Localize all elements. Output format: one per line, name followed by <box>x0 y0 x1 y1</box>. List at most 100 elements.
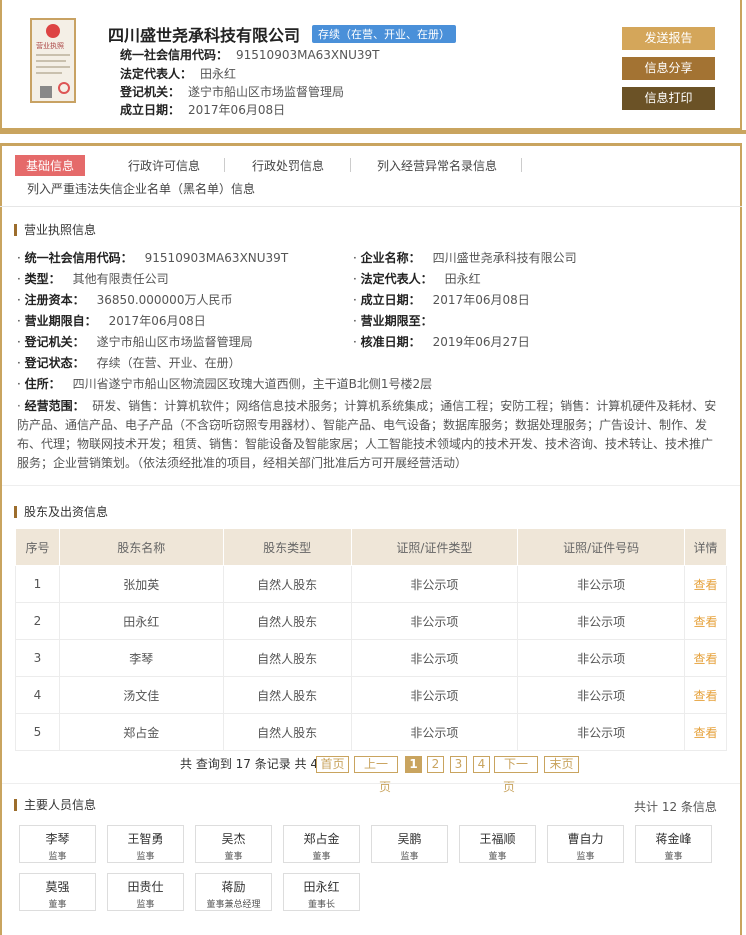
tab-abnormal-list[interactable]: 列入经营异常名录信息 <box>377 157 497 174</box>
cell-name: 李琴 <box>59 639 224 677</box>
person-card[interactable]: 王智勇 监事 <box>107 825 184 863</box>
table-row: 5 郑占金 自然人股东 非公示项 非公示项 查看 <box>15 713 727 751</box>
cell-type: 自然人股东 <box>223 713 352 751</box>
person-card[interactable]: 莫强 董事 <box>19 873 96 911</box>
field-company-name: · 企业名称： 四川盛世尧承科技有限公司 <box>353 251 577 265</box>
section-divider <box>2 783 740 784</box>
business-license-thumbnail[interactable]: 营业执照 <box>30 18 76 103</box>
cell-id-type: 非公示项 <box>351 676 519 714</box>
pager-summary: 共 查询到 17 条记录 共 4 页 <box>180 757 334 771</box>
tab-separator <box>350 158 351 172</box>
view-detail-link[interactable]: 查看 <box>684 639 727 677</box>
tab-basic-info[interactable]: 基础信息 <box>15 155 86 176</box>
view-detail-link[interactable]: 查看 <box>684 565 727 603</box>
pager-page-1[interactable]: 1 <box>405 756 422 773</box>
cell-id-no: 非公示项 <box>517 676 685 714</box>
person-card[interactable]: 郑占金 董事 <box>283 825 360 863</box>
header-divider <box>0 130 746 134</box>
view-detail-link[interactable]: 查看 <box>684 602 727 640</box>
header-legal-rep: 法定代表人： 田永红 <box>120 67 237 81</box>
cell-type: 自然人股东 <box>223 639 352 677</box>
person-card[interactable]: 蒋励 董事兼总经理 <box>195 873 272 911</box>
field-reg-status: · 登记状态： 存续（在营、开业、在册） <box>17 356 241 370</box>
field-business-scope: · 经营范围： 研发、销售：计算机软件；网络信息技术服务；计算机系统集成；通信工… <box>17 399 717 470</box>
field-type: · 类型： 其他有限责任公司 <box>17 272 169 286</box>
pager-prev-button[interactable]: 上一 <box>354 756 398 773</box>
cell-type: 自然人股东 <box>223 676 352 714</box>
person-card[interactable]: 吴杰 董事 <box>195 825 272 863</box>
license-line <box>36 72 62 74</box>
cell-id-no: 非公示项 <box>517 602 685 640</box>
col-header-id-type: 证照/证件类型 <box>350 528 519 566</box>
cell-no: 1 <box>15 565 60 603</box>
cell-id-no: 非公示项 <box>517 639 685 677</box>
field-capital: · 注册资本： 36850.000000万人民币 <box>17 293 233 307</box>
license-section-title: 营业执照信息 <box>14 224 96 236</box>
col-header-name: 股东名称 <box>58 528 224 566</box>
shareholders-section-title: 股东及出资信息 <box>14 506 108 518</box>
tab-admin-license[interactable]: 行政许可信息 <box>128 157 200 174</box>
qr-code-icon <box>40 86 52 98</box>
status-badge: 存续（在营、开业、在册） <box>312 25 456 43</box>
table-row: 4 汤文佳 自然人股东 非公示项 非公示项 查看 <box>15 676 727 714</box>
cell-type: 自然人股东 <box>223 565 352 603</box>
pager-last-button[interactable]: 末页 <box>544 756 579 773</box>
person-card[interactable]: 曹自力 监事 <box>547 825 624 863</box>
header-credit-code: 统一社会信用代码： 91510903MA63XNU39T <box>120 48 380 62</box>
tab-admin-penalty[interactable]: 行政处罚信息 <box>252 157 324 174</box>
pager-first-button[interactable]: 首页 <box>316 756 349 773</box>
person-card[interactable]: 田永红 董事长 <box>283 873 360 911</box>
tab-blacklist[interactable]: 列入严重违法失信企业名单（黑名单）信息 <box>27 180 255 197</box>
cell-name: 田永红 <box>59 602 224 640</box>
field-authority: · 登记机关： 遂宁市船山区市场监督管理局 <box>17 335 253 349</box>
license-label: 营业执照 <box>36 42 64 50</box>
person-card[interactable]: 田贵仕 监事 <box>107 873 184 911</box>
col-header-no: 序号 <box>15 528 60 566</box>
field-approve-date: · 核准日期： 2019年06月27日 <box>353 335 530 349</box>
table-row: 1 张加英 自然人股东 非公示项 非公示项 查看 <box>15 565 727 603</box>
cell-id-type: 非公示项 <box>351 639 519 677</box>
field-term-to: · 营业期限至： <box>353 314 433 328</box>
shareholders-table: 序号 股东名称 股东类型 证照/证件类型 证照/证件号码 详情 1 张加英 自然… <box>15 528 727 751</box>
cell-no: 3 <box>15 639 60 677</box>
pager-page-4[interactable]: 4 <box>473 756 490 773</box>
cell-name: 郑占金 <box>59 713 224 751</box>
company-name: 四川盛世尧承科技有限公司 <box>108 26 301 45</box>
section-divider <box>2 485 740 486</box>
field-address: · 住所： 四川省遂宁市船山区物流园区玫瑰大道西侧，主干道B北侧1号楼2层 <box>17 377 433 391</box>
pager-page-2[interactable]: 2 <box>427 756 444 773</box>
header-founded: 成立日期： 2017年06月08日 <box>120 103 286 117</box>
cell-id-type: 非公示项 <box>351 713 519 751</box>
cell-no: 4 <box>15 676 60 714</box>
cell-id-type: 非公示项 <box>351 565 519 603</box>
pager-next-suffix: 页 <box>503 780 516 794</box>
pager-page-3[interactable]: 3 <box>450 756 467 773</box>
license-line <box>36 60 66 62</box>
person-card[interactable]: 王福顺 董事 <box>459 825 536 863</box>
cell-no: 2 <box>15 602 60 640</box>
view-detail-link[interactable]: 查看 <box>684 676 727 714</box>
field-founded: · 成立日期： 2017年06月08日 <box>353 293 530 307</box>
field-credit-code: · 统一社会信用代码： 91510903MA63XNU39T <box>17 251 289 265</box>
personnel-section-title: 主要人员信息 <box>14 799 96 811</box>
person-card[interactable]: 李琴 监事 <box>19 825 96 863</box>
table-row: 3 李琴 自然人股东 非公示项 非公示项 查看 <box>15 639 727 677</box>
col-header-type: 股东类型 <box>222 528 352 566</box>
view-detail-link[interactable]: 查看 <box>684 713 727 751</box>
national-emblem-icon <box>46 24 60 38</box>
share-button[interactable]: 信息分享 <box>622 57 715 80</box>
cell-id-type: 非公示项 <box>351 602 519 640</box>
print-button[interactable]: 信息打印 <box>622 87 715 110</box>
send-report-button[interactable]: 发送报告 <box>622 27 715 50</box>
col-header-detail: 详情 <box>684 528 727 566</box>
field-legal-rep: · 法定代表人： 田永红 <box>353 272 481 286</box>
pager-next-button[interactable]: 下一 <box>494 756 538 773</box>
field-term-from: · 营业期限自： 2017年06月08日 <box>17 314 206 328</box>
tabs-bar <box>0 146 742 206</box>
cell-name: 张加英 <box>59 565 224 603</box>
license-line <box>36 66 70 68</box>
person-card[interactable]: 吴鹏 监事 <box>371 825 448 863</box>
tab-separator <box>224 158 225 172</box>
cell-no: 5 <box>15 713 60 751</box>
person-card[interactable]: 蒋金峰 董事 <box>635 825 712 863</box>
